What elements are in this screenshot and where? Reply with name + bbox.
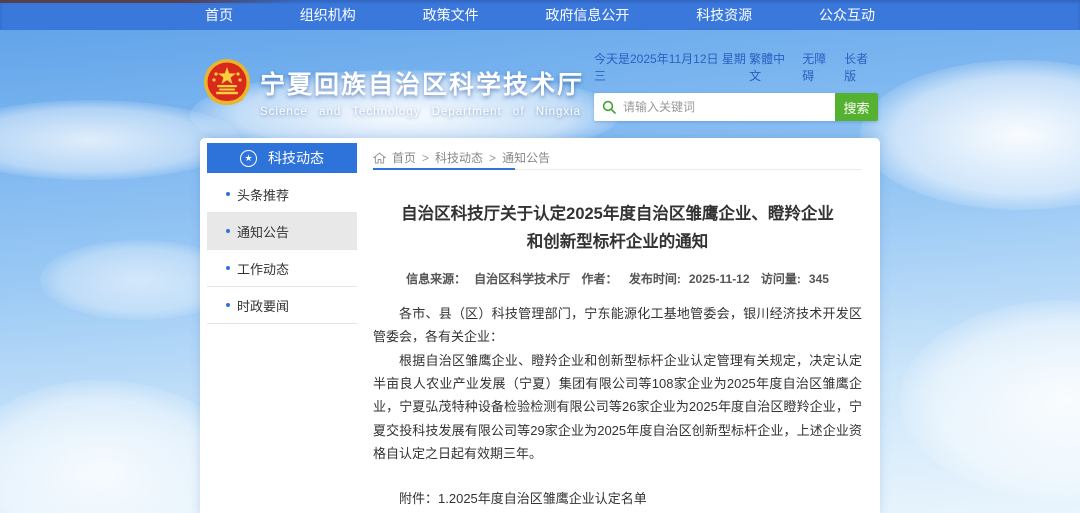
meta-views-label: 访问量:: [761, 272, 801, 286]
nav-item-public-interaction[interactable]: 公众互动: [809, 5, 885, 25]
nav-item-home[interactable]: 首页: [195, 5, 243, 25]
link-traditional-chinese[interactable]: 繁體中文: [749, 50, 794, 84]
search-button[interactable]: 搜索: [835, 93, 878, 121]
breadcrumb-sci-tech-news[interactable]: 科技动态: [435, 149, 483, 166]
sidebar-item-current-affairs[interactable]: 时政要闻: [207, 287, 357, 324]
bullet-dot: [226, 303, 230, 307]
sidebar-item-label: 工作动态: [237, 259, 289, 278]
meta-author-label: 作者：: [581, 272, 617, 286]
link-elder-version[interactable]: 长者版: [844, 50, 878, 84]
site-logo[interactable]: 宁夏回族自治区科学技术厅 Science and Technology Depa…: [203, 57, 584, 118]
cloud-decoration: [860, 60, 1080, 210]
current-date-text: 今天是2025年11月12日 星期三: [594, 50, 749, 84]
sidebar-item-work-updates[interactable]: 工作动态: [207, 250, 357, 287]
meta-time: 2025-11-12: [689, 272, 750, 286]
nav-item-sci-tech-resources[interactable]: 科技资源: [686, 5, 762, 25]
breadcrumb-active-underline: [373, 168, 515, 170]
attachment-link-eagle-list[interactable]: 1.2025年度自治区雏鹰企业认定名单: [438, 487, 686, 511]
sidebar-title: 科技动态: [268, 148, 324, 168]
search-icon: [602, 100, 616, 114]
content-card: ★ 科技动态 头条推荐 通知公告 工作动态 时政要闻: [200, 138, 880, 513]
meta-views: 345: [809, 272, 829, 286]
search-box: [594, 93, 835, 121]
article-body: 各市、县（区）科技管理部门，宁东能源化工基地管委会，银川经济技术开发区管委会，各…: [373, 302, 862, 466]
sidebar-item-headline-recommend[interactable]: 头条推荐: [207, 176, 357, 213]
sidebar: ★ 科技动态 头条推荐 通知公告 工作动态 时政要闻: [207, 143, 357, 513]
sidebar-item-label: 通知公告: [237, 222, 289, 241]
meta-time-label: 发布时间:: [629, 272, 681, 286]
bullet-dot: [226, 266, 230, 270]
nav-item-gov-info-disclosure[interactable]: 政府信息公开: [535, 5, 639, 25]
breadcrumb-separator: >: [422, 151, 429, 165]
meta-source-label: 信息来源：: [406, 272, 466, 286]
header-utilities: 今天是2025年11月12日 星期三 繁體中文 无障碍 长者版 搜索: [594, 50, 878, 121]
link-accessibility[interactable]: 无障碍: [802, 50, 836, 84]
attachments-label: 附件：: [399, 487, 438, 513]
article-title-line1: 自治区科技厅关于认定2025年度自治区雏鹰企业、瞪羚企业: [373, 200, 862, 228]
article-paragraph: 根据自治区雏鹰企业、瞪羚企业和创新型标杆企业认定管理有关规定，决定认定半亩良人农…: [373, 349, 862, 466]
window-edge: [0, 0, 300, 3]
top-navigation-bar: 首页 组织机构 政策文件 政府信息公开 科技资源 公众互动: [0, 0, 1080, 30]
breadcrumb-home[interactable]: 首页: [392, 149, 416, 166]
breadcrumb-separator: >: [489, 151, 496, 165]
bullet-dot: [226, 192, 230, 196]
search-input[interactable]: [623, 100, 827, 114]
article-title: 自治区科技厅关于认定2025年度自治区雏鹰企业、瞪羚企业 和创新型标杆企业的通知: [373, 200, 862, 257]
bullet-dot: [226, 229, 230, 233]
nav-item-policy-documents[interactable]: 政策文件: [413, 5, 489, 25]
national-emblem-icon: [203, 57, 251, 112]
article-meta: 信息来源： 自治区科学技术厅 作者： 发布时间: 2025-11-12 访问量: 34…: [373, 270, 862, 287]
attachments-block: 附件： 1.2025年度自治区雏鹰企业认定名单 2.2025年度自治区瞪羚企业认…: [373, 487, 862, 513]
cloud-decoration: [900, 300, 1080, 500]
site-title: 宁夏回族自治区科学技术厅: [260, 65, 584, 101]
sidebar-header-sci-tech-news[interactable]: ★ 科技动态: [207, 143, 357, 173]
sidebar-item-label: 时政要闻: [237, 296, 289, 315]
meta-source: 自治区科学技术厅: [474, 272, 570, 286]
article-area: 首页 > 科技动态 > 通知公告 自治区科技厅关于认定2025年度自治区雏鹰企业…: [357, 138, 880, 513]
sidebar-item-notices[interactable]: 通知公告: [207, 213, 357, 250]
article-paragraph: 各市、县（区）科技管理部门，宁东能源化工基地管委会，银川经济技术开发区管委会，各…: [373, 302, 862, 349]
home-icon: [373, 152, 386, 164]
circular-star-icon: ★: [240, 150, 257, 167]
article-title-line2: 和创新型标杆企业的通知: [373, 228, 862, 256]
sidebar-item-label: 头条推荐: [237, 185, 289, 204]
site-subtitle: Science and Technology Department of Nin…: [260, 106, 584, 118]
nav-item-organization[interactable]: 组织机构: [290, 5, 366, 25]
breadcrumb: 首页 > 科技动态 > 通知公告: [373, 146, 862, 170]
breadcrumb-notices[interactable]: 通知公告: [502, 149, 550, 166]
